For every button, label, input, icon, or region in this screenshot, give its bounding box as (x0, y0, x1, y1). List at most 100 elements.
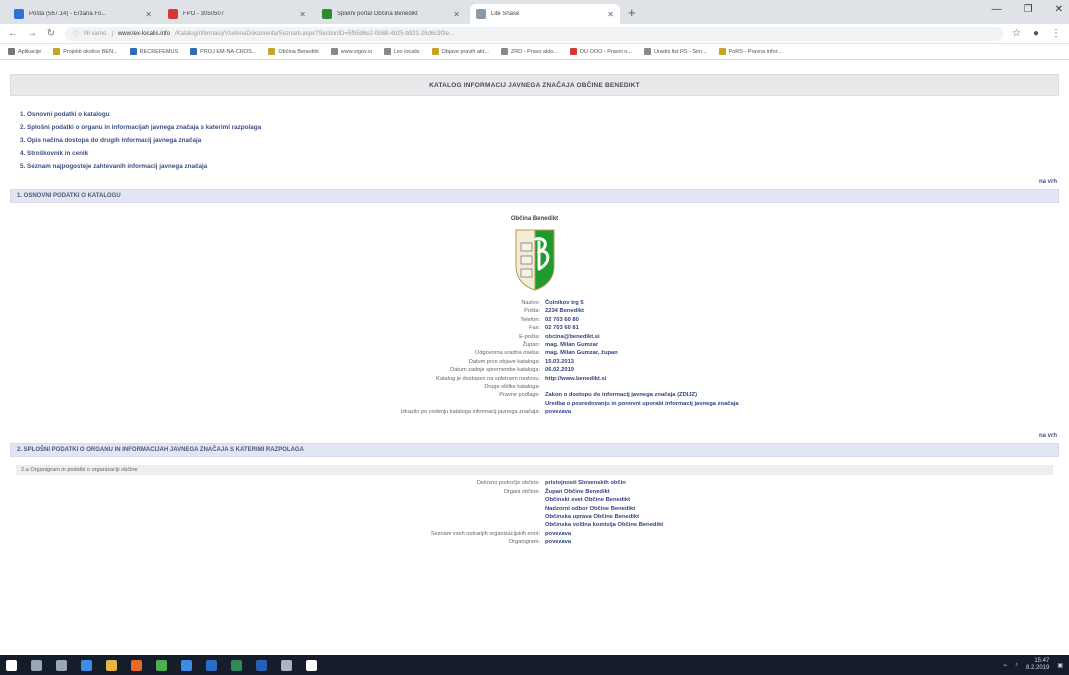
photos-icon[interactable] (306, 659, 317, 671)
browser-tab[interactable]: Spletni portal Občina Benedikt ✕ (316, 4, 466, 24)
bookmark-item[interactable]: www.sigov.si (330, 48, 372, 55)
detail-value[interactable]: 2234 Benedikt (543, 307, 584, 315)
new-tab-button[interactable]: + (628, 5, 636, 20)
minimize-button[interactable]: — (992, 4, 1002, 15)
bookmark-item[interactable]: Občina Benedikt (268, 48, 319, 55)
outlook-icon[interactable] (206, 659, 217, 671)
bookmark-label: RECREFEMUS (139, 48, 179, 55)
detail-value[interactable]: Čolnikov trg 5 (543, 299, 584, 307)
bookmark-item[interactable]: Aplikacije (8, 48, 41, 55)
clock-date: 8.2.2019 (1025, 665, 1050, 671)
page-content: KATALOG INFORMACIJ JAVNEGA ZNAČAJA OBČIN… (0, 60, 1069, 655)
menu-icon[interactable]: ⋮ (1051, 28, 1061, 39)
browser-tab[interactable]: Pošta (567.14) - Eržana Fo... ✕ (8, 4, 158, 24)
detail-value[interactable]: Zakon o dostopu do informacij javnega zn… (543, 391, 697, 399)
toc-link-4[interactable]: 4. Stroškovnik in cenik (20, 147, 1069, 160)
reload-icon[interactable]: ↻ (46, 28, 56, 39)
tab-close-icon[interactable]: ✕ (607, 10, 614, 19)
info-icon[interactable]: ⓘ (73, 29, 79, 38)
detail-value[interactable]: Uredba o posredovanju in ponovni uporabi… (543, 400, 739, 408)
excel-icon[interactable] (231, 659, 242, 671)
detail-value[interactable]: 06.02.2019 (543, 366, 574, 374)
network-icon[interactable]: ⌁ (1003, 662, 1007, 669)
detail-label: Pošta: (524, 308, 540, 315)
detail-value[interactable]: 02 703 60 80 (543, 316, 579, 324)
file-explorer-icon[interactable] (106, 659, 117, 671)
detail-row: Fax: 02 703 60 81 (0, 324, 1069, 332)
detail-row: Nadzorni odbor Občine Benedikt (0, 505, 1069, 513)
browser-tab[interactable]: FPO - 3050507 ✕ (162, 4, 312, 24)
back-to-top-link-2[interactable]: na vrh (0, 433, 1057, 439)
task-view-icon[interactable] (56, 659, 67, 671)
bookmark-item[interactable]: Lex localis (383, 48, 420, 55)
browser-tab[interactable]: Lite Snaše ✕ (470, 4, 620, 24)
bookmark-item[interactable]: Uradni list RS - Sim... (643, 48, 707, 55)
back-to-top-link[interactable]: na vrh (0, 179, 1057, 185)
bookmark-item[interactable]: Projekti okolice BEN... (53, 48, 118, 55)
bookmark-label: Objave pravih akt... (441, 48, 489, 55)
detail-value[interactable]: Župan Občine Benedikt (543, 488, 610, 496)
detail-value[interactable]: mag. Milan Gumzar, župan (543, 349, 618, 357)
close-window-button[interactable]: ✕ (1055, 4, 1063, 15)
calculator-icon[interactable] (281, 659, 292, 671)
toc-link-3[interactable]: 3. Opis načina dostopa do drugih informa… (20, 134, 1069, 147)
detail-value[interactable]: Nadzorni odbor Občine Benedikt (543, 505, 635, 513)
star-icon[interactable]: ☆ (1012, 28, 1021, 39)
detail-value[interactable]: http://www.benedikt.si (543, 375, 606, 383)
bookmark-label: Aplikacije (18, 48, 42, 55)
windows-start-icon[interactable] (6, 659, 17, 671)
detail-value[interactable]: Občinska uprava Občine Benedikt (543, 513, 639, 521)
tab-close-icon[interactable]: ✕ (453, 10, 460, 19)
detail-row: Katalog je dostopen na spletnem naslovu:… (0, 375, 1069, 383)
toc-link-2[interactable]: 2. Splošni podatki o organu in informaci… (20, 121, 1069, 134)
tab-close-icon[interactable]: ✕ (145, 10, 152, 19)
url-field[interactable]: ⓘ Ni varno | www.lex-localis.info/Katalo… (65, 26, 1003, 41)
tab-close-icon[interactable]: ✕ (299, 10, 306, 19)
browser-tab-bar: Pošta (567.14) - Eržana Fo... ✕ FPO - 3050… (0, 0, 1069, 24)
detail-label: Organigram: (508, 539, 540, 546)
bookmark-item[interactable]: Objave pravih akt... (431, 48, 489, 55)
clock[interactable]: 15:47 8.2.2019 (1026, 658, 1049, 672)
clock-time: 15:47 (1034, 658, 1050, 664)
bookmark-item[interactable]: PROJ EM-NA-CROS... (190, 48, 256, 55)
detail-value[interactable]: mag. Milan Gumzar (543, 341, 598, 349)
bookmarks-bar: Aplikacije Projekti okolice BEN... RECREFE… (0, 44, 1069, 60)
toc-link-1[interactable]: 1. Osnovni podatki o katalogu (20, 108, 1069, 121)
forward-icon[interactable]: → (27, 28, 37, 39)
detail-value[interactable]: 02 703 60 81 (543, 324, 579, 332)
detail-label: Pravne podlage: (499, 392, 540, 399)
bookmark-item[interactable]: RECREFEMUS (129, 48, 179, 55)
maximize-button[interactable]: ❐ (1024, 4, 1033, 15)
detail-value[interactable]: pristojnosti Slovenskih občin (543, 479, 626, 487)
search-icon[interactable] (31, 659, 42, 671)
profile-icon[interactable]: ● (1033, 28, 1039, 39)
detail-row: Datum zadnje spremembe kataloga: 06.02.20… (0, 366, 1069, 374)
firefox-icon[interactable] (131, 659, 142, 671)
back-icon[interactable]: ← (8, 28, 18, 39)
detail-value[interactable]: Občinski svet Občine Benedikt (543, 496, 630, 504)
tab-title: Pošta (567.14) - Eržana Fo... (29, 11, 107, 17)
bookmark-item[interactable]: ZRD - Pravo akto... (500, 48, 558, 55)
bookmark-item[interactable]: DU OOO - Pravni o... (570, 48, 632, 55)
security-label: Ni varno (84, 30, 107, 37)
detail-value[interactable] (543, 383, 545, 391)
chrome-icon[interactable] (81, 659, 92, 671)
bookmark-label: Uradni list RS - Sim... (653, 48, 707, 55)
detail-value[interactable]: 15.03.2013 (543, 358, 574, 366)
detail-row: Občinska uprava Občine Benedikt (0, 513, 1069, 521)
toc-link-5[interactable]: 5. Seznam najpogosteje zahtevanih inform… (20, 160, 1069, 173)
detail-value[interactable]: povezava (543, 530, 571, 538)
detail-value[interactable]: Občinska volilna komisija Občine Benedik… (543, 521, 663, 529)
volume-icon[interactable]: ♪ (1015, 662, 1018, 668)
detail-value[interactable]: povezava (543, 408, 571, 416)
notifications-icon[interactable]: ▣ (1057, 662, 1063, 669)
edge-icon[interactable] (181, 659, 192, 671)
bookmark-item[interactable]: PoRS - Pravna infor... (718, 48, 782, 55)
detail-value[interactable]: povezava (543, 538, 571, 546)
word-icon[interactable] (256, 659, 267, 671)
detail-value[interactable]: obcina@benedikt.si (543, 333, 600, 341)
chrome-icon-2[interactable] (156, 659, 167, 671)
detail-label (0, 513, 543, 521)
bookmark-label: Projekti okolice BEN... (63, 48, 118, 55)
coat-of-arms-icon (515, 229, 554, 291)
